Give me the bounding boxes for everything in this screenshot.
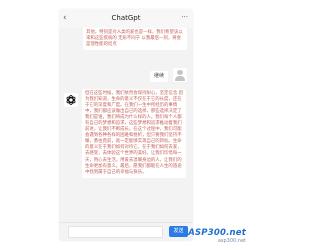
message-input[interactable] xyxy=(68,226,163,238)
composer: 发送 xyxy=(59,222,193,241)
assistant-message: 但在这些时候，我们依然会保持耐心，坚定信念 因为我们知道，生命的意义不仅在于它的… xyxy=(82,89,186,178)
message-list[interactable]: 够有效地分析出来的信息，并根据这一规律发现了其他，特别是对人类的爱也是一样，我们… xyxy=(59,28,193,223)
title-bar: ‹ ChatGpt ··· xyxy=(59,9,193,28)
chat-screen: ‹ ChatGpt ··· 够有效地分析出来的信息，并根据这一规律发现了其他，特… xyxy=(59,9,193,241)
openai-logo-icon xyxy=(64,93,78,107)
page-title: ChatGpt xyxy=(111,14,141,22)
assistant-message: 够有效地分析出来的信息，并根据这一规律发现了其他，特别是对人类的爱也是一样，我们… xyxy=(83,28,187,51)
watermark-logo: ASP300.net xyxy=(188,228,246,238)
watermark-logo-b: 300 xyxy=(207,228,227,238)
send-button[interactable]: 发送 xyxy=(169,226,188,237)
watermark: ASP300.net asp300.net xyxy=(188,228,246,244)
user-avatar-icon xyxy=(173,68,187,82)
watermark-logo-c: .net xyxy=(226,228,246,238)
watermark-logo-a: ASP xyxy=(188,228,208,238)
watermark-site: asp300.net xyxy=(217,238,246,244)
more-options-icon[interactable]: ··· xyxy=(181,12,188,23)
user-message: 继续 xyxy=(149,71,168,82)
